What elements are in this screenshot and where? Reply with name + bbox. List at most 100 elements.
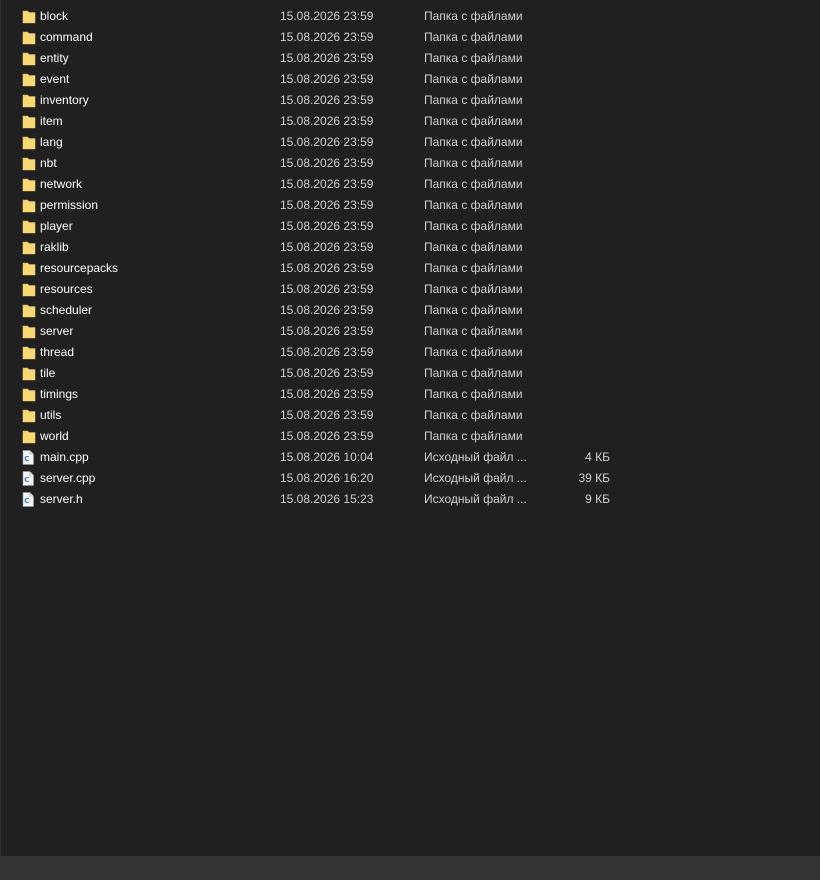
file-row-server-cpp[interactable]: C server.cpp 15.08.2026 16:20 Исходный ф… xyxy=(0,468,820,489)
file-name: raklib xyxy=(40,240,69,254)
file-name: block xyxy=(40,9,69,23)
file-type: Папка с файлами xyxy=(424,93,523,107)
folder-icon xyxy=(22,219,36,234)
file-name: server xyxy=(40,324,74,338)
file-type: Папка с файлами xyxy=(424,72,523,86)
folder-icon xyxy=(22,72,36,87)
file-row-permission[interactable]: permission 15.08.2026 23:59 Папка с файл… xyxy=(0,195,820,216)
file-name: item xyxy=(40,114,63,128)
file-type: Папка с файлами xyxy=(424,198,523,212)
folder-icon xyxy=(22,198,36,213)
file-size: 4 КБ xyxy=(585,450,610,464)
folder-icon xyxy=(22,303,36,318)
file-name: server.h xyxy=(40,492,83,506)
svg-text:C: C xyxy=(24,497,29,505)
file-row-tile[interactable]: tile 15.08.2026 23:59 Папка с файлами xyxy=(0,363,820,384)
c-header-file-icon: C xyxy=(22,492,36,507)
file-name: permission xyxy=(40,198,99,212)
file-date-modified: 15.08.2026 15:23 xyxy=(280,492,374,506)
file-name: nbt xyxy=(40,156,57,170)
folder-icon xyxy=(22,177,36,192)
file-type: Папка с файлами xyxy=(424,51,523,65)
file-type: Папка с файлами xyxy=(424,408,523,422)
file-row-block[interactable]: block 15.08.2026 23:59 Папка с файлами xyxy=(0,6,820,27)
file-name: resources xyxy=(40,282,93,296)
file-date-modified: 15.08.2026 23:59 xyxy=(280,345,374,359)
file-type: Исходный файл ... xyxy=(424,492,527,506)
file-date-modified: 15.08.2026 23:59 xyxy=(280,135,374,149)
file-date-modified: 15.08.2026 23:59 xyxy=(280,51,374,65)
file-type: Исходный файл ... xyxy=(424,471,527,485)
file-date-modified: 15.08.2026 23:59 xyxy=(280,30,374,44)
folder-icon xyxy=(22,93,36,108)
file-row-scheduler[interactable]: scheduler 15.08.2026 23:59 Папка с файла… xyxy=(0,300,820,321)
file-name: command xyxy=(40,30,93,44)
file-type: Папка с файлами xyxy=(424,114,523,128)
file-row-world[interactable]: world 15.08.2026 23:59 Папка с файлами xyxy=(0,426,820,447)
cpp-file-icon: C xyxy=(22,471,36,486)
file-type: Папка с файлами xyxy=(424,282,523,296)
file-date-modified: 15.08.2026 23:59 xyxy=(280,198,374,212)
file-row-resources[interactable]: resources 15.08.2026 23:59 Папка с файла… xyxy=(0,279,820,300)
file-row-server-h[interactable]: C server.h 15.08.2026 15:23 Исходный фай… xyxy=(0,489,820,510)
file-date-modified: 15.08.2026 23:59 xyxy=(280,366,374,380)
file-type: Папка с файлами xyxy=(424,30,523,44)
folder-icon xyxy=(22,408,36,423)
file-type: Папка с файлами xyxy=(424,177,523,191)
folder-icon xyxy=(22,135,36,150)
folder-icon xyxy=(22,51,36,66)
file-row-nbt[interactable]: nbt 15.08.2026 23:59 Папка с файлами xyxy=(0,153,820,174)
file-row-utils[interactable]: utils 15.08.2026 23:59 Папка с файлами xyxy=(0,405,820,426)
file-name: lang xyxy=(40,135,63,149)
file-row-lang[interactable]: lang 15.08.2026 23:59 Папка с файлами xyxy=(0,132,820,153)
file-row-event[interactable]: event 15.08.2026 23:59 Папка с файлами xyxy=(0,69,820,90)
folder-icon xyxy=(22,156,36,171)
file-row-main-cpp[interactable]: C main.cpp 15.08.2026 10:04 Исходный фай… xyxy=(0,447,820,468)
file-type: Папка с файлами xyxy=(424,429,523,443)
file-date-modified: 15.08.2026 23:59 xyxy=(280,93,374,107)
file-row-server[interactable]: server 15.08.2026 23:59 Папка с файлами xyxy=(0,321,820,342)
file-date-modified: 15.08.2026 23:59 xyxy=(280,387,374,401)
file-row-network[interactable]: network 15.08.2026 23:59 Папка с файлами xyxy=(0,174,820,195)
file-name: network xyxy=(40,177,83,191)
file-row-item[interactable]: item 15.08.2026 23:59 Папка с файлами xyxy=(0,111,820,132)
folder-icon xyxy=(22,387,36,402)
file-date-modified: 15.08.2026 23:59 xyxy=(280,240,374,254)
file-explorer-window: block 15.08.2026 23:59 Папка с файлами c… xyxy=(0,0,820,880)
file-row-inventory[interactable]: inventory 15.08.2026 23:59 Папка с файла… xyxy=(0,90,820,111)
file-date-modified: 15.08.2026 23:59 xyxy=(280,177,374,191)
folder-icon xyxy=(22,345,36,360)
file-name: tile xyxy=(40,366,56,380)
file-name: thread xyxy=(40,345,75,359)
file-row-thread[interactable]: thread 15.08.2026 23:59 Папка с файлами xyxy=(0,342,820,363)
file-row-resourcepacks[interactable]: resourcepacks 15.08.2026 23:59 Папка с ф… xyxy=(0,258,820,279)
folder-icon xyxy=(22,261,36,276)
file-type: Папка с файлами xyxy=(424,9,523,23)
file-row-entity[interactable]: entity 15.08.2026 23:59 Папка с файлами xyxy=(0,48,820,69)
cpp-file-icon: C xyxy=(22,450,36,465)
file-name: server.cpp xyxy=(40,471,96,485)
file-size: 39 КБ xyxy=(578,471,610,485)
file-type: Папка с файлами xyxy=(424,219,523,233)
file-name: event xyxy=(40,72,70,86)
file-row-player[interactable]: player 15.08.2026 23:59 Папка с файлами xyxy=(0,216,820,237)
file-row-timings[interactable]: timings 15.08.2026 23:59 Папка с файлами xyxy=(0,384,820,405)
file-date-modified: 15.08.2026 23:59 xyxy=(280,282,374,296)
file-date-modified: 15.08.2026 23:59 xyxy=(280,72,374,86)
file-date-modified: 15.08.2026 23:59 xyxy=(280,429,374,443)
file-date-modified: 15.08.2026 23:59 xyxy=(280,114,374,128)
file-row-command[interactable]: command 15.08.2026 23:59 Папка с файлами xyxy=(0,27,820,48)
file-row-raklib[interactable]: raklib 15.08.2026 23:59 Папка с файлами xyxy=(0,237,820,258)
file-date-modified: 15.08.2026 23:59 xyxy=(280,408,374,422)
svg-text:C: C xyxy=(24,455,29,463)
folder-icon xyxy=(22,9,36,24)
folder-icon xyxy=(22,30,36,45)
file-type: Папка с файлами xyxy=(424,303,523,317)
file-type: Папка с файлами xyxy=(424,345,523,359)
file-name: player xyxy=(40,219,73,233)
folder-icon xyxy=(22,324,36,339)
file-type: Папка с файлами xyxy=(424,240,523,254)
file-type: Папка с файлами xyxy=(424,324,523,338)
svg-text:C: C xyxy=(24,476,29,484)
file-type: Папка с файлами xyxy=(424,135,523,149)
